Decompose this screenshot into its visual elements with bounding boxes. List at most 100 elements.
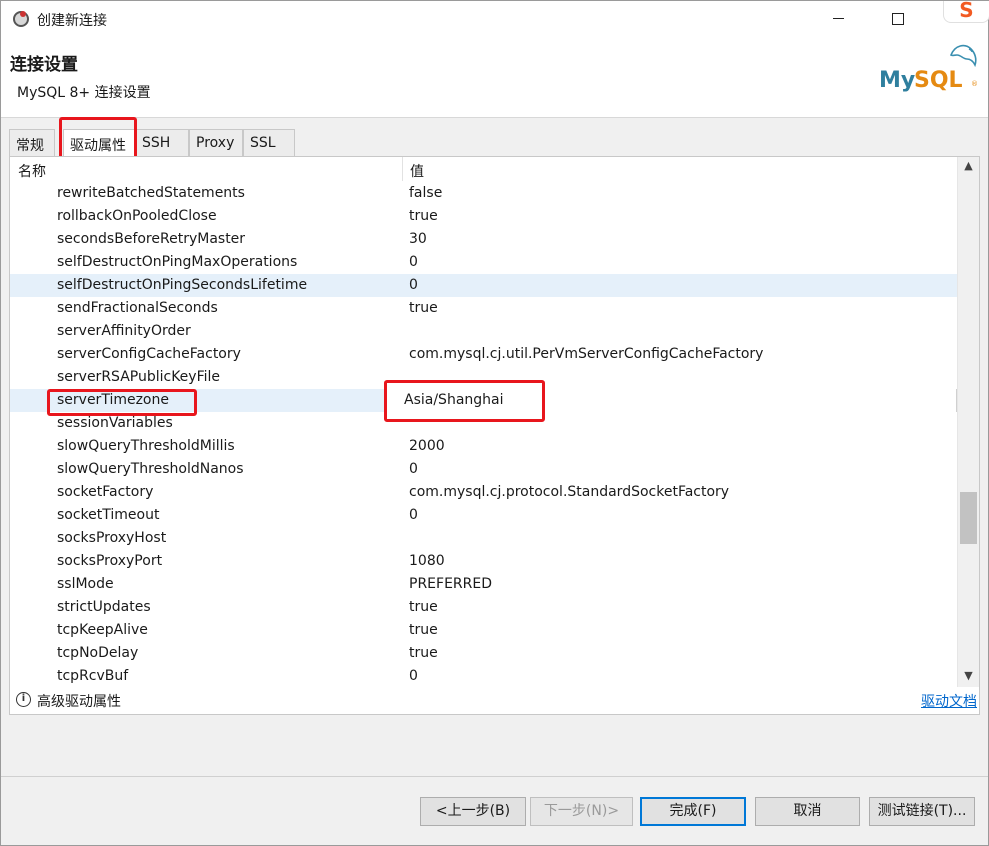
column-divider[interactable] (402, 157, 403, 181)
property-name: socksProxyHost (57, 530, 167, 546)
next-button[interactable]: 下一步(N)> (530, 797, 633, 826)
property-name: socketTimeout (57, 507, 160, 523)
table-row[interactable]: tcpKeepAlive true (10, 619, 957, 642)
tab-proxy[interactable]: Proxy (189, 129, 243, 157)
table-row[interactable]: socksProxyHost (10, 527, 957, 550)
property-name-server-timezone: serverTimezone (57, 392, 169, 408)
scroll-up-arrow-icon[interactable]: ▲ (958, 157, 979, 175)
table-footer: i 高级驱动属性 驱动文档 (10, 687, 979, 715)
property-name: slowQueryThresholdMillis (57, 438, 235, 454)
table-row[interactable]: secondsBeforeRetryMaster 30 (10, 228, 957, 251)
column-header-name[interactable]: 名称 (18, 161, 46, 181)
property-name: socketFactory (57, 484, 154, 500)
vertical-scrollbar[interactable]: ▲ ▼ (957, 157, 979, 687)
property-value[interactable]: true (409, 622, 438, 638)
tab-ssh[interactable]: SSH (135, 129, 189, 157)
driver-properties-table[interactable]: 名称 值 rewriteBatchedStatements false rollb… (9, 156, 980, 715)
table-row[interactable]: socketFactory com.mysql.cj.protocol.Stand… (10, 481, 957, 504)
finish-button[interactable]: 完成(F) (640, 797, 746, 826)
property-name: sendFractionalSeconds (57, 300, 218, 316)
property-value[interactable]: 0 (409, 277, 418, 293)
property-name: selfDestructOnPingSecondsLifetime (57, 277, 308, 293)
server-timezone-input[interactable]: Asia/Shanghai (387, 389, 957, 412)
property-value[interactable]: com.mysql.cj.protocol.StandardSocketFact… (409, 484, 729, 500)
table-row[interactable]: slowQueryThresholdNanos 0 (10, 458, 957, 481)
table-row[interactable]: rewriteBatchedStatements false (10, 182, 957, 205)
property-value[interactable]: 0 (409, 507, 418, 523)
property-value[interactable]: 30 (409, 231, 427, 247)
property-value[interactable]: true (409, 208, 438, 224)
property-name: rewriteBatchedStatements (57, 185, 245, 201)
app-icon (13, 11, 29, 27)
table-body: rewriteBatchedStatements false rollbackOn… (10, 182, 957, 688)
property-value[interactable]: true (409, 300, 438, 316)
table-header: 名称 值 (10, 157, 957, 182)
table-row[interactable]: strictUpdates true (10, 596, 957, 619)
cancel-button[interactable]: 取消 (755, 797, 860, 826)
mysql-logo-my: My (879, 68, 915, 93)
tab-driver-properties[interactable]: 驱动属性 (63, 129, 135, 158)
tab-general[interactable]: 常规 (9, 129, 55, 157)
table-row[interactable]: serverRSAPublicKeyFile (10, 366, 957, 389)
table-row[interactable]: serverAffinityOrder (10, 320, 957, 343)
property-name: sessionVariables (57, 415, 173, 431)
dialog-window: 创建新连接 S 连接设置 MySQL 8+ 连接设置 My SQL ® 常规 驱… (0, 0, 989, 846)
title-bar: 创建新连接 S (1, 0, 989, 37)
table-row[interactable]: socksProxyPort 1080 (10, 550, 957, 573)
property-name: secondsBeforeRetryMaster (57, 231, 246, 247)
property-name: tcpNoDelay (57, 645, 139, 661)
mysql-logo-sql: SQL (914, 68, 963, 93)
table-row[interactable]: rollbackOnPooledClose true (10, 205, 957, 228)
column-header-value[interactable]: 值 (410, 161, 424, 181)
page-subtitle: MySQL 8+ 连接设置 (17, 85, 151, 101)
property-value[interactable]: true (409, 599, 438, 615)
property-value[interactable]: PREFERRED (409, 576, 492, 592)
table-row[interactable]: selfDestructOnPingMaxOperations 0 (10, 251, 957, 274)
property-value[interactable]: 0 (409, 254, 418, 270)
property-value[interactable]: 2000 (409, 438, 445, 454)
property-name: tcpKeepAlive (57, 622, 148, 638)
ime-badge-icon[interactable]: S (943, 0, 989, 23)
back-button[interactable]: <上一步(B) (420, 797, 526, 826)
property-name: serverAffinityOrder (57, 323, 191, 339)
property-name: socksProxyPort (57, 553, 163, 569)
property-name: sslMode (57, 576, 114, 592)
property-value[interactable]: false (409, 185, 442, 201)
property-name: strictUpdates (57, 599, 151, 615)
table-row[interactable]: sessionVariables (10, 412, 957, 435)
property-name: serverConfigCacheFactory (57, 346, 241, 362)
table-row[interactable]: serverConfigCacheFactory com.mysql.cj.uti… (10, 343, 957, 366)
table-row[interactable]: sslMode PREFERRED (10, 573, 957, 596)
driver-docs-link[interactable]: 驱动文档 (921, 691, 977, 711)
table-row[interactable]: tcpNoDelay true (10, 642, 957, 665)
table-row-selected[interactable]: selfDestructOnPingSecondsLifetime 0 (10, 274, 957, 297)
dialog-header: 连接设置 MySQL 8+ 连接设置 My SQL ® (1, 37, 988, 117)
table-row[interactable]: tcpRcvBuf 0 (10, 665, 957, 688)
property-value[interactable]: com.mysql.cj.util.PerVmServerConfigCache… (409, 346, 763, 362)
table-row-server-timezone[interactable]: serverTimezone Asia/Shanghai (10, 389, 957, 412)
svg-text:®: ® (971, 80, 978, 88)
property-value[interactable]: true (409, 645, 438, 661)
window-title: 创建新连接 (37, 13, 107, 29)
property-value[interactable]: 0 (409, 668, 418, 684)
minimize-button[interactable] (816, 1, 862, 37)
table-row[interactable]: sendFractionalSeconds true (10, 297, 957, 320)
button-bar-divider (1, 776, 988, 777)
tab-ssl[interactable]: SSL (243, 129, 295, 157)
property-name: tcpRcvBuf (57, 668, 129, 684)
property-value[interactable]: 0 (409, 461, 418, 477)
mysql-logo: My SQL ® (879, 44, 978, 93)
header-divider (1, 117, 988, 118)
info-icon: i (16, 692, 31, 707)
table-row[interactable]: socketTimeout 0 (10, 504, 957, 527)
property-name: slowQueryThresholdNanos (57, 461, 244, 477)
scroll-down-arrow-icon[interactable]: ▼ (958, 667, 979, 685)
property-name: rollbackOnPooledClose (57, 208, 217, 224)
test-connection-button[interactable]: 测试链接(T)... (869, 797, 975, 826)
page-title: 连接设置 (10, 55, 78, 75)
maximize-button[interactable] (873, 1, 919, 37)
advanced-properties-label: 高级驱动属性 (37, 694, 121, 710)
property-value[interactable]: 1080 (409, 553, 445, 569)
table-row[interactable]: slowQueryThresholdMillis 2000 (10, 435, 957, 458)
scroll-thumb[interactable] (960, 492, 977, 544)
